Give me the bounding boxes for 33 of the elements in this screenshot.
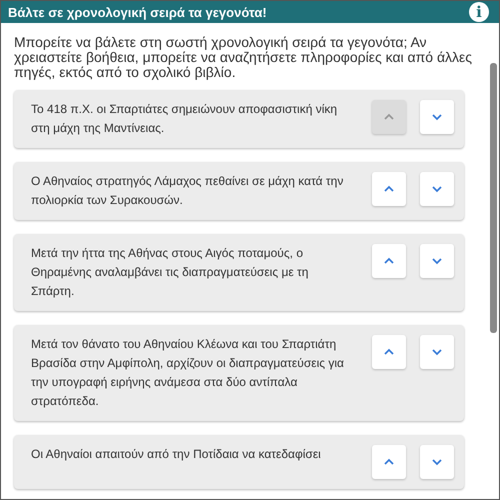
move-up-button[interactable] — [372, 244, 406, 278]
event-card[interactable]: Το 418 π.Χ. οι Σπαρτιάτες σημειώνουν αποφασιστική νίκη στη μάχη της Μαντίνειας. — [14, 90, 464, 148]
move-down-button[interactable] — [420, 244, 454, 278]
page-title: Βάλτε σε χρονολογική σειρά τα γεγονότα! — [8, 4, 267, 20]
instructions-text: Μπορείτε να βάλετε στη σωστή χρονολογική σειρά τα γεγονότα; Αν χρειαστείτε βοήθεια, μπορείτε να αναζητήσετε πληροφορίες και από άλλες πηγές, εκτός από το σχολικό βιβλίο. — [14, 35, 474, 80]
event-text: Οι Αθηναίοι απαιτούν από την Ποτίδαια να κατεδαφίσει — [31, 446, 322, 463]
event-text: Ο Αθηναίος στρατηγός Λάμαχος πεθαίνει σε μάχη κατά την πολιορκία των Συρακουσών. — [31, 173, 344, 209]
move-down-button[interactable] — [420, 100, 454, 134]
chevron-up-icon — [383, 113, 395, 121]
chevron-down-icon — [431, 348, 443, 356]
move-up-button[interactable] — [372, 335, 406, 369]
event-card[interactable]: Μετά την ήττα της Αθήνας στους Αιγός ποταμούς, ο Θηραμένης αναλαμβάνει τις διαπραγματεύσεις με τη Σπάρτη. — [14, 234, 464, 311]
event-card[interactable]: Οι Αθηναίοι απαιτούν από την Ποτίδαια να κατεδαφίσει — [14, 435, 464, 489]
info-button[interactable]: i — [469, 2, 489, 22]
scrollbar-thumb[interactable] — [490, 63, 497, 333]
chevron-up-icon — [383, 458, 395, 466]
event-text: Το 418 π.Χ. οι Σπαρτιάτες σημειώνουν αποφασιστική νίκη στη μάχη της Μαντίνειας. — [31, 101, 338, 137]
chevron-down-icon — [431, 257, 443, 265]
move-down-button[interactable] — [420, 445, 454, 479]
move-down-button[interactable] — [420, 335, 454, 369]
chevron-up-icon — [383, 185, 395, 193]
event-text: Μετά τον θάνατο του Αθηναίου Κλέωνα και του Σπαρτιάτη Βρασίδα στην Αμφίπολη, αρχίζουν οι διαπραγματεύσεις για την υπογραφή ειρήνης ανάμεσα στα δύο αντίπαλα στρατόπεδα. — [31, 336, 345, 410]
event-text: Μετά την ήττα της Αθήνας στους Αιγός ποταμούς, ο Θηραμένης αναλαμβάνει τις διαπραγματεύσεις με τη Σπάρτη. — [31, 245, 310, 300]
event-card[interactable]: Μετά τον θάνατο του Αθηναίου Κλέωνα και του Σπαρτιάτη Βρασίδα στην Αμφίπολη, αρχίζουν οι διαπραγματεύσεις για την υπογραφή ειρήνης ανάμεσα στα δύο αντίπαλα στρατόπεδα. — [14, 325, 464, 421]
chevron-down-icon — [431, 458, 443, 466]
chevron-down-icon — [431, 185, 443, 193]
chevron-down-icon — [431, 113, 443, 121]
move-up-button[interactable] — [372, 445, 406, 479]
chevron-up-icon — [383, 257, 395, 265]
chevron-up-icon — [383, 348, 395, 356]
event-card[interactable]: Ο Αθηναίος στρατηγός Λάμαχος πεθαίνει σε μάχη κατά την πολιορκία των Συρακουσών. — [14, 162, 464, 220]
move-up-button[interactable] — [372, 172, 406, 206]
move-down-button[interactable] — [420, 172, 454, 206]
